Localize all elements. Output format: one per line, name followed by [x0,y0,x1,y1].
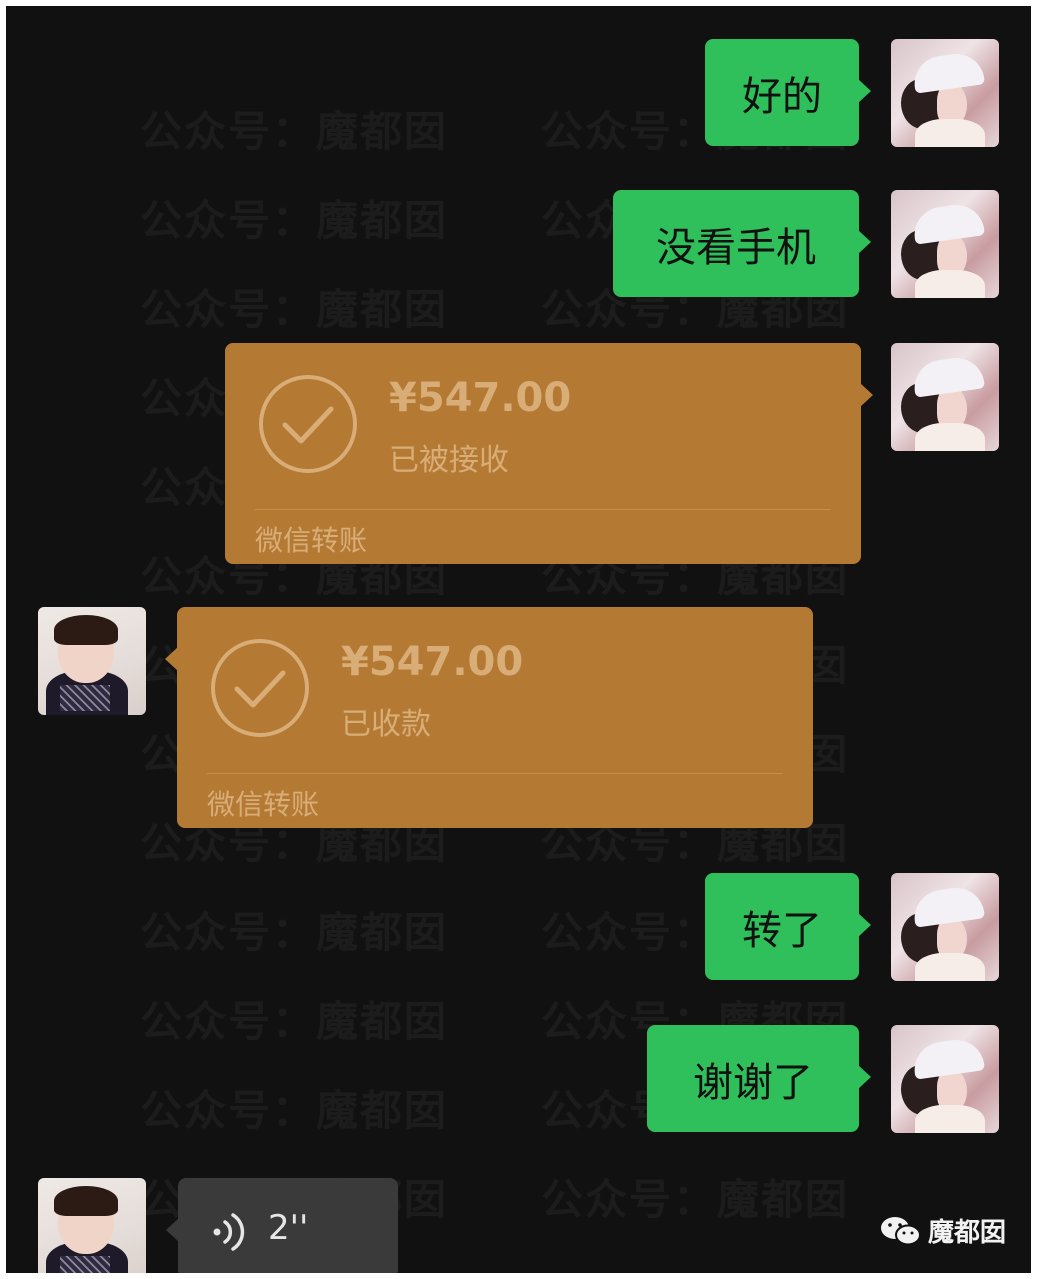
watermark-text: 公众号：魔都囡 [140,908,449,957]
avatar-self[interactable] [891,343,999,451]
brand-watermark: 魔都囡 [880,1212,1006,1249]
watermark-text: 公众号：魔都囡 [140,997,449,1046]
brand-name: 魔都囡 [928,1218,1007,1248]
message-text: 没看手机 [656,224,816,271]
transfer-status: 已收款 [341,707,431,742]
message-bubble-sent[interactable]: 好的 [705,39,871,146]
watermark-text: 公众号：魔都囡 [140,1086,449,1135]
message-text: 谢谢了 [693,1059,813,1106]
transfer-amount: ¥547.00 [341,639,524,685]
wechat-official-account-icon [881,1216,921,1245]
message-bubble-sent[interactable]: 谢谢了 [647,1025,871,1132]
transfer-status: 已被接收 [389,443,509,478]
divider [255,509,831,510]
message-bubble-sent[interactable]: 没看手机 [613,190,871,297]
transfer-card-sent[interactable]: ¥547.00 已被接收 微信转账 [225,343,873,564]
transfer-card-received[interactable]: ¥547.00 已收款 微信转账 [165,607,813,828]
voice-duration: 2'' [268,1208,309,1248]
watermark-text: 公众号：魔都囡 [140,107,449,156]
avatar-contact[interactable] [38,1178,146,1273]
transfer-label: 微信转账 [255,524,368,557]
transfer-label: 微信转账 [207,788,320,821]
message-text: 转了 [742,907,822,954]
check-circle-icon [211,639,309,737]
message-text: 好的 [742,73,822,120]
voice-message[interactable]: 2'' [166,1178,398,1273]
check-circle-icon [259,375,357,473]
avatar-self[interactable] [891,39,999,147]
message-bubble-sent[interactable]: 转了 [705,873,871,980]
watermark-text: 公众号：魔都囡 [140,285,449,334]
watermark-text: 公众号：魔都囡 [541,1175,850,1224]
watermark-text: 公众号：魔都囡 [140,196,449,245]
chat-window: 公众号：魔都囡 公众号：魔都囡 公众号：魔都囡 公众号：魔都囡 公众号：魔都囡 公众号：魔… [6,6,1031,1273]
voice-wave-icon [213,1213,245,1251]
avatar-contact[interactable] [38,607,146,715]
avatar-self[interactable] [891,190,999,298]
avatar-self[interactable] [891,1025,999,1133]
transfer-amount: ¥547.00 [389,375,572,421]
divider [207,773,783,774]
avatar-self[interactable] [891,873,999,981]
